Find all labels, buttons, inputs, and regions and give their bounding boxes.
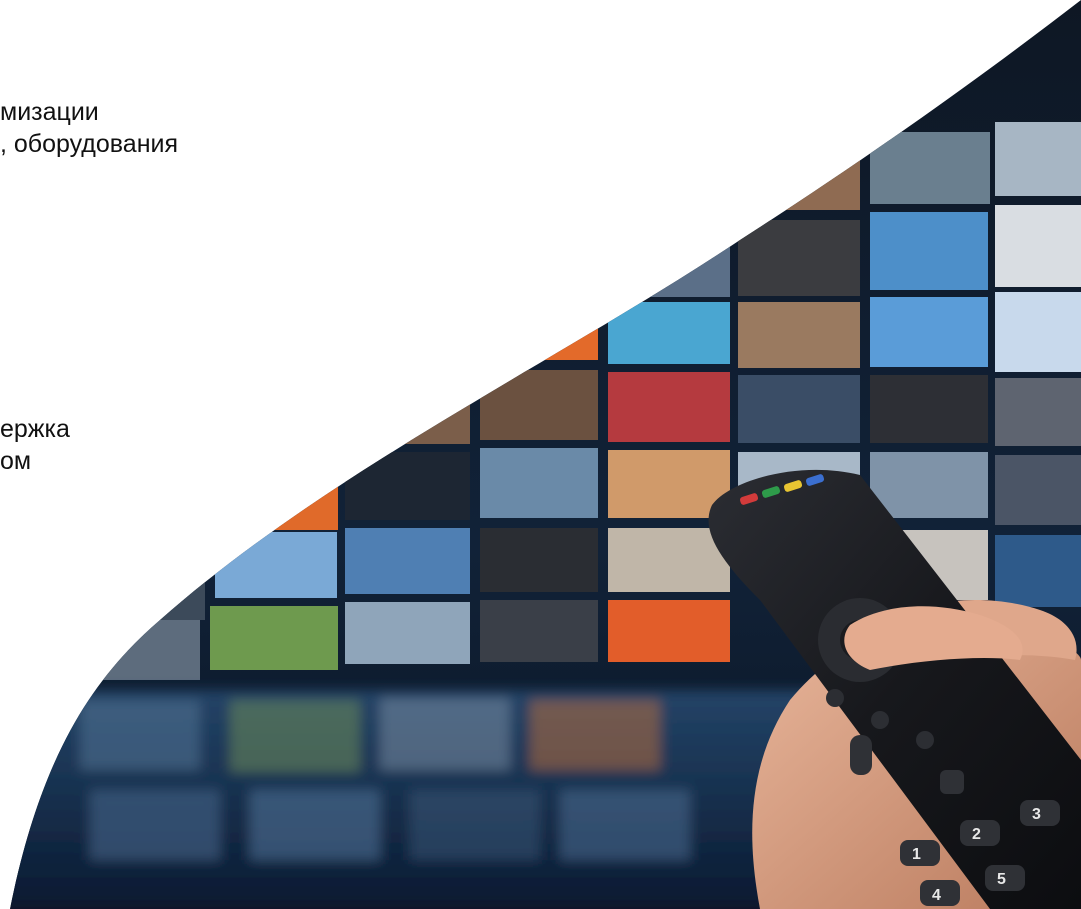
svg-text:4: 4	[932, 887, 941, 904]
svg-text:2: 2	[972, 826, 981, 843]
svg-text:3: 3	[1032, 806, 1041, 823]
svg-text:1: 1	[912, 846, 921, 863]
page: мизации , оборудования ержка ом 1 2 3 4 …	[0, 0, 1081, 909]
svg-text:5: 5	[997, 871, 1006, 888]
tv-wall-remote-photo: 1 2 3 4 5	[10, 0, 1081, 909]
